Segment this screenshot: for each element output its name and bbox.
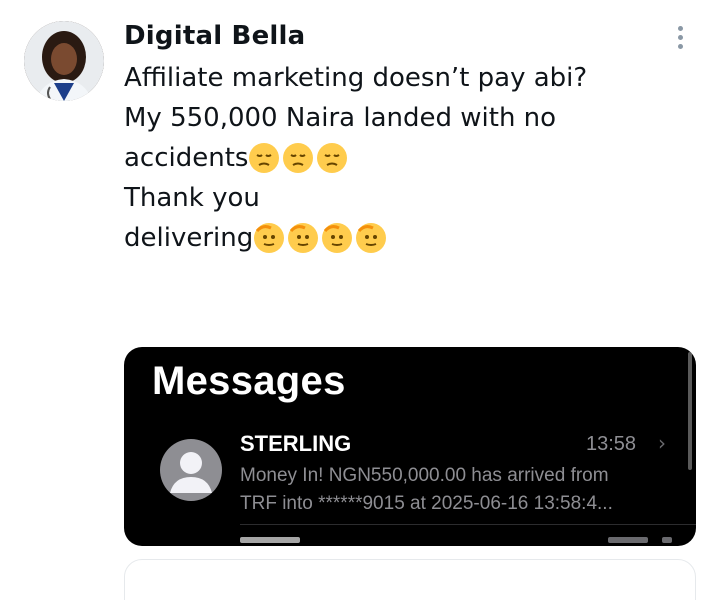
chevron-right-icon: › <box>658 431 666 455</box>
saluting-face-icon <box>356 223 387 253</box>
next-message-time <box>608 537 648 543</box>
message-time: 13:58 <box>586 433 637 455</box>
chevron-right-icon <box>662 537 672 543</box>
quoted-card[interactable] <box>124 559 696 600</box>
scrollbar <box>688 352 692 470</box>
tweet-line: accidents <box>124 138 684 178</box>
messages-title: Messages <box>152 359 346 403</box>
tweet-line: Thank you <box>124 183 260 213</box>
profile-photo <box>24 21 104 101</box>
tweet-line: Affiliate marketing doesn’t pay abi? <box>124 63 588 93</box>
message-preview: Money In! NGN550,000.00 has arrived from… <box>240 465 613 514</box>
saluting-face-icon <box>254 223 285 253</box>
saluting-face-icon <box>322 223 353 253</box>
divider <box>240 524 696 525</box>
next-message-sender <box>240 537 300 543</box>
pensive-face-icon <box>249 143 280 173</box>
author-avatar[interactable] <box>24 21 104 101</box>
pensive-face-icon <box>283 143 314 173</box>
tweet-line: My 550,000 Naira landed with no <box>124 103 557 133</box>
pensive-face-icon <box>317 143 348 173</box>
contact-avatar-icon <box>160 439 222 501</box>
attached-image[interactable]: Messages STERLING 13:58 › Money In! NGN5… <box>124 347 696 546</box>
author-name[interactable]: Digital Bella <box>124 21 305 51</box>
more-options-icon[interactable] <box>668 22 692 52</box>
tweet-line: delivering <box>124 218 684 258</box>
tweet-text: Affiliate marketing doesn’t pay abi? My … <box>124 58 684 258</box>
message-sender: STERLING <box>240 431 352 456</box>
saluting-face-icon <box>288 223 319 253</box>
